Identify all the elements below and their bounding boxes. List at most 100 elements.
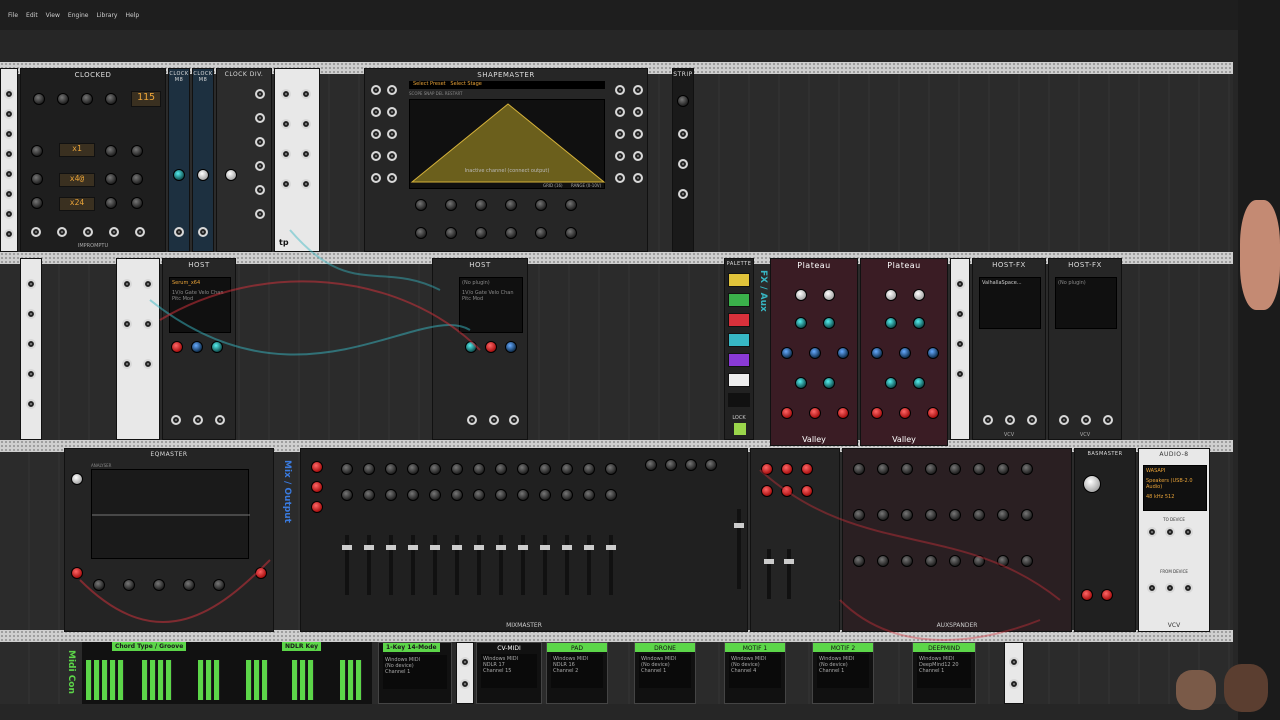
host1-knob-3[interactable]: [211, 341, 223, 353]
palette-black[interactable]: [728, 393, 750, 407]
clk-out-jack[interactable]: [83, 227, 93, 237]
mix-ch4-knob-a[interactable]: [407, 463, 419, 475]
host2-knob-2[interactable]: [485, 341, 497, 353]
sm-jack-r5[interactable]: [615, 129, 625, 139]
plateau2-size-knob[interactable]: [871, 347, 883, 359]
host1-plugin-screen[interactable]: Serum_x64 1V/o Gate Velo Chan Pitc Mod: [169, 277, 231, 333]
mix-ch5-knob-a[interactable]: [429, 463, 441, 475]
plateau1-low-knob[interactable]: [795, 317, 807, 329]
mix-ch4-knob-b[interactable]: [407, 489, 419, 501]
tp1-jack-6[interactable]: [301, 149, 311, 159]
host2-out-3[interactable]: [509, 415, 519, 425]
palette-lock-button[interactable]: [734, 423, 746, 435]
swing-knob-1[interactable]: [105, 145, 117, 157]
grp4-knob[interactable]: [705, 459, 717, 471]
key-19[interactable]: [340, 660, 346, 700]
mix-ch9-knob-a[interactable]: [517, 463, 529, 475]
auxsp-knob-5[interactable]: [949, 463, 961, 475]
div-jack-6[interactable]: [255, 209, 265, 219]
auxsp-knob-3[interactable]: [901, 463, 913, 475]
clk2-jack-2[interactable]: [26, 309, 36, 319]
mix-fader-11[interactable]: [562, 535, 572, 595]
mix-fader-3[interactable]: [386, 535, 396, 595]
hostfx1-jack-l[interactable]: [983, 415, 993, 425]
menu-file[interactable]: File: [8, 12, 18, 19]
clk2-jack-4[interactable]: [26, 369, 36, 379]
hostfx2-jack-3[interactable]: [1103, 415, 1113, 425]
key-20[interactable]: [348, 660, 354, 700]
auxsp-knob-15[interactable]: [997, 509, 1009, 521]
sm-knob-1[interactable]: [415, 199, 427, 211]
menu-edit[interactable]: Edit: [26, 12, 38, 19]
pw-knob-2[interactable]: [131, 173, 143, 185]
plateau2-decay-knob[interactable]: [927, 347, 939, 359]
eq-analyser-display[interactable]: [91, 469, 250, 559]
tp2-jack-6[interactable]: [143, 359, 153, 369]
mix-ch11-knob-b[interactable]: [561, 489, 573, 501]
swing-knob-2[interactable]: [105, 173, 117, 185]
auxsp-knob-2[interactable]: [877, 463, 889, 475]
sm-jack-l1[interactable]: [371, 85, 381, 95]
key-7[interactable]: [150, 660, 156, 700]
mix-input-knob-3[interactable]: [311, 501, 323, 513]
eq-freq-knob-5[interactable]: [213, 579, 225, 591]
bpm-main-knob[interactable]: [105, 93, 117, 105]
div-jack-3[interactable]: [255, 137, 265, 147]
mix-ch7-knob-b[interactable]: [473, 489, 485, 501]
auxsp-knob-10[interactable]: [877, 509, 889, 521]
plateau1-mod-depth-knob[interactable]: [837, 407, 849, 419]
sm-knob-3[interactable]: [475, 199, 487, 211]
aux-ret-knob-2[interactable]: [781, 463, 793, 475]
plateau2-mod-depth-knob[interactable]: [927, 407, 939, 419]
sm-jack-r9[interactable]: [615, 173, 625, 183]
host1-knob-1[interactable]: [171, 341, 183, 353]
strip-knob[interactable]: [677, 95, 689, 107]
palette-red[interactable]: [728, 313, 750, 327]
host2-knob-1[interactable]: [465, 341, 477, 353]
key-17[interactable]: [300, 660, 306, 700]
mix-fader-12[interactable]: [584, 535, 594, 595]
sm-knob-2[interactable]: [445, 199, 457, 211]
plateau2-mod-shape-knob[interactable]: [899, 407, 911, 419]
plateau2-low-knob[interactable]: [885, 317, 897, 329]
mix-ch1-knob-b[interactable]: [341, 489, 353, 501]
key-10[interactable]: [198, 660, 204, 700]
ratio-knob-3[interactable]: [31, 197, 43, 209]
sm-jack-r10[interactable]: [633, 173, 643, 183]
sm-knob-11[interactable]: [535, 227, 547, 239]
mix-ch1-knob-a[interactable]: [341, 463, 353, 475]
hostfx2-jack-l[interactable]: [1059, 415, 1069, 425]
menu-engine[interactable]: Engine: [68, 12, 89, 19]
sm-jack-l2[interactable]: [387, 85, 397, 95]
sm-knob-10[interactable]: [505, 227, 517, 239]
aux-ret-knob-1[interactable]: [761, 463, 773, 475]
motif1-screen[interactable]: Windows MIDI (No device) Channel 4: [729, 654, 781, 688]
clk2-jack-5[interactable]: [26, 399, 36, 409]
ratio-knob-1[interactable]: [31, 145, 43, 157]
host1-knob-2[interactable]: [191, 341, 203, 353]
sm-jack-l5[interactable]: [371, 129, 381, 139]
audio8-out-3[interactable]: [1183, 583, 1193, 593]
mix-ch3-knob-a[interactable]: [385, 463, 397, 475]
clk3-jack-4[interactable]: [955, 369, 965, 379]
mix-ch2-knob-a[interactable]: [363, 463, 375, 475]
auxsp-knob-6[interactable]: [973, 463, 985, 475]
clk2-out-jack[interactable]: [135, 227, 145, 237]
clk3-jack-2[interactable]: [955, 309, 965, 319]
clk2-jack-3[interactable]: [26, 339, 36, 349]
palette-yellow[interactable]: [728, 273, 750, 287]
plateau2-high-knob[interactable]: [913, 317, 925, 329]
plateau2-diff-knob[interactable]: [899, 347, 911, 359]
div-jack-1[interactable]: [255, 89, 265, 99]
div-jack-5[interactable]: [255, 185, 265, 195]
mix-ch5-knob-b[interactable]: [429, 489, 441, 501]
mix-ch6-knob-b[interactable]: [451, 489, 463, 501]
mix-ch8-knob-a[interactable]: [495, 463, 507, 475]
sm-knob-4[interactable]: [505, 199, 517, 211]
sm-jack-r1[interactable]: [615, 85, 625, 95]
mix-ch8-knob-b[interactable]: [495, 489, 507, 501]
drone-screen[interactable]: Windows MIDI (No device) Channel 1: [639, 654, 691, 688]
shapemaster-tabs[interactable]: SCOPE SNAP DEL RESTART: [409, 91, 462, 96]
clk4-jack-1[interactable]: [460, 657, 470, 667]
key-1[interactable]: [86, 660, 92, 700]
